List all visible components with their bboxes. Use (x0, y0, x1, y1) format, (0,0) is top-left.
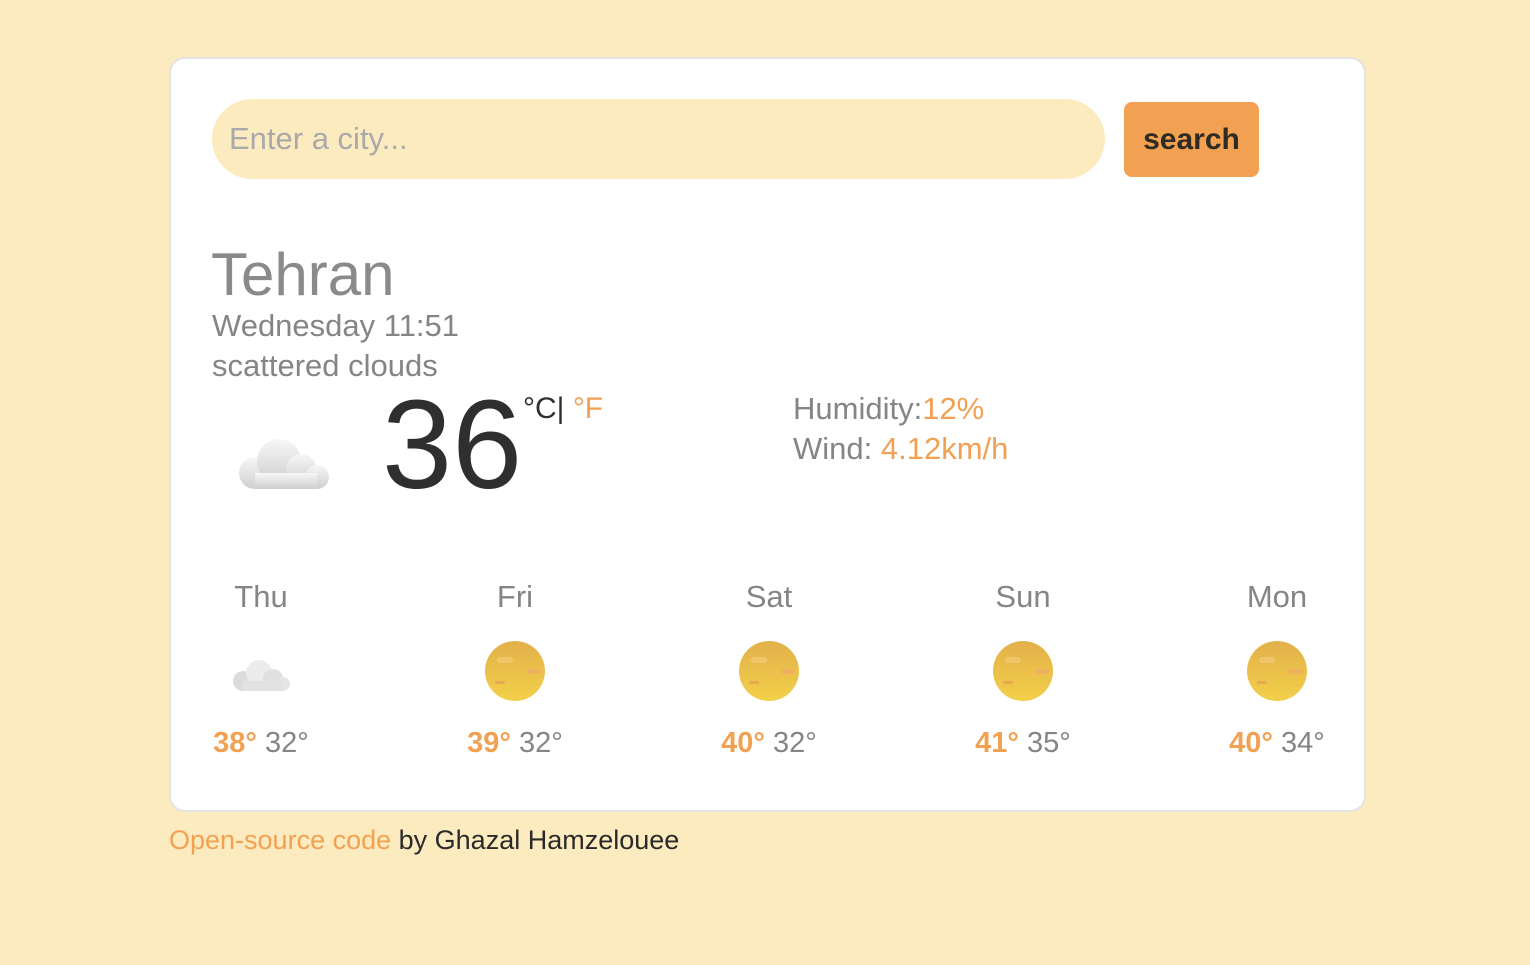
forecast-max-temp: 40° (1229, 727, 1273, 759)
forecast-day: Mon 40° 34° (1197, 581, 1357, 758)
forecast-temps: 40° 32° (689, 729, 849, 758)
current-datetime: Wednesday 11:51 (212, 308, 460, 343)
wind-value: 4.12km/h (880, 431, 1009, 466)
city-name: Tehran (211, 241, 395, 308)
forecast-day: Sat 40° 32° (689, 581, 849, 758)
forecast-day-name: Sat (745, 579, 793, 614)
forecast-min-temp: 32° (773, 727, 817, 759)
forecast-temps: 41° 35° (943, 729, 1103, 758)
forecast-min-temp: 32° (265, 727, 309, 759)
forecast-max-temp: 38° (213, 727, 257, 759)
unit-separator: | (556, 392, 565, 425)
forecast-day-name: Fri (496, 579, 534, 614)
forecast-max-temp: 41° (975, 727, 1019, 759)
wind-row: Wind: 4.12km/h (793, 429, 1008, 469)
cloud-icon (233, 660, 290, 691)
fahrenheit-link[interactable]: °F (573, 392, 603, 425)
footer-credit: by Ghazal Hamzelouee (391, 825, 680, 855)
humidity-value: 12% (922, 391, 985, 426)
forecast-day: Thu 38° 32° (181, 581, 341, 758)
forecast-day-name: Mon (1246, 579, 1308, 614)
scattered-clouds-icon (239, 439, 329, 489)
sun-icon (485, 641, 545, 701)
unit-switcher: °C| °F (523, 394, 603, 424)
celsius-unit[interactable]: °C (523, 392, 557, 425)
sun-icon (993, 641, 1053, 701)
current-temperature: 36 (382, 374, 523, 515)
forecast-max-temp: 39° (467, 727, 511, 759)
forecast-temps: 39° 32° (435, 729, 595, 758)
forecast-day-name: Thu (234, 579, 288, 614)
forecast-day: Fri 39° 32° (435, 581, 595, 758)
forecast-min-temp: 35° (1027, 727, 1071, 759)
forecast-temps: 38° 32° (181, 729, 341, 758)
forecast-temps: 40° 34° (1197, 729, 1357, 758)
sun-icon (739, 641, 799, 701)
weather-details: Humidity:12% Wind: 4.12km/h (793, 389, 1008, 469)
sun-icon (1247, 641, 1307, 701)
forecast-max-temp: 40° (721, 727, 765, 759)
humidity-label: Humidity: (793, 391, 923, 426)
search-button[interactable]: search (1124, 102, 1259, 177)
weather-card: search Tehran Wednesday 11:51 scattered … (169, 57, 1366, 812)
humidity-row: Humidity:12% (793, 389, 1008, 429)
footer: Open-source code by Ghazal Hamzelouee (169, 824, 679, 856)
wind-label: Wind: (793, 431, 881, 466)
open-source-link[interactable]: Open-source code (169, 825, 391, 855)
forecast-min-temp: 34° (1281, 727, 1325, 759)
forecast-day-name: Sun (995, 579, 1051, 614)
forecast-day: Sun 41° 35° (943, 581, 1103, 758)
city-search-input[interactable] (212, 99, 1105, 179)
forecast-min-temp: 32° (519, 727, 563, 759)
